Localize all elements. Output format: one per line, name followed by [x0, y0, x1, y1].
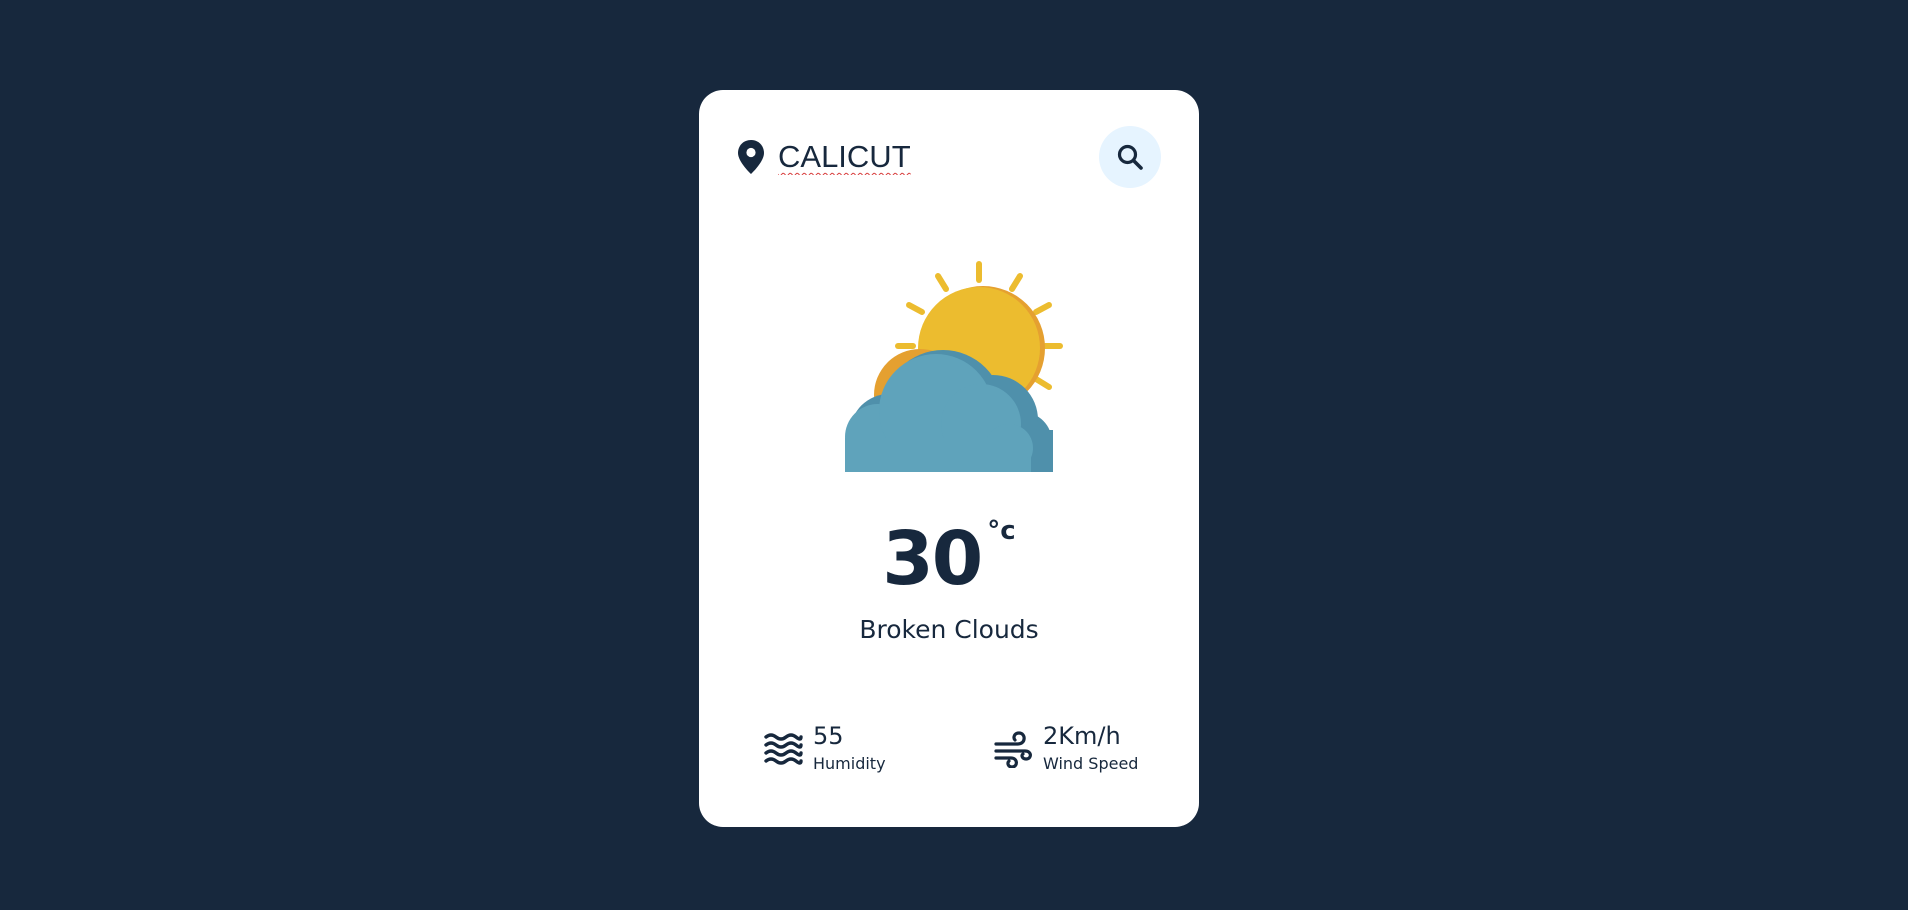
wind-detail: 2Km/h Wind Speed: [993, 722, 1173, 778]
temperature: 30 °c: [699, 516, 1199, 602]
temperature-value: 30: [882, 516, 983, 602]
city-search-input[interactable]: [778, 138, 1078, 176]
wind-icon: [994, 731, 1032, 768]
wind-label: Wind Speed: [1043, 754, 1139, 773]
search-button[interactable]: [1099, 126, 1161, 188]
search-bar: [737, 126, 1161, 188]
humidity-detail: 55 Humidity: [763, 722, 943, 778]
wind-value: 2Km/h: [1043, 722, 1121, 750]
humidity-label: Humidity: [813, 754, 886, 773]
humidity-waves-icon: [764, 733, 803, 765]
weather-description: Broken Clouds: [859, 615, 1039, 644]
partly-cloudy-icon: [845, 261, 1063, 472]
humidity-value: 55: [813, 722, 844, 750]
weather-card: 30°c Broken Clouds 55 Humidity 2Km/h Win…: [699, 90, 1199, 827]
temperature-unit: °c: [987, 516, 1016, 546]
map-pin-icon: [738, 140, 764, 174]
search-icon: [1117, 144, 1143, 170]
